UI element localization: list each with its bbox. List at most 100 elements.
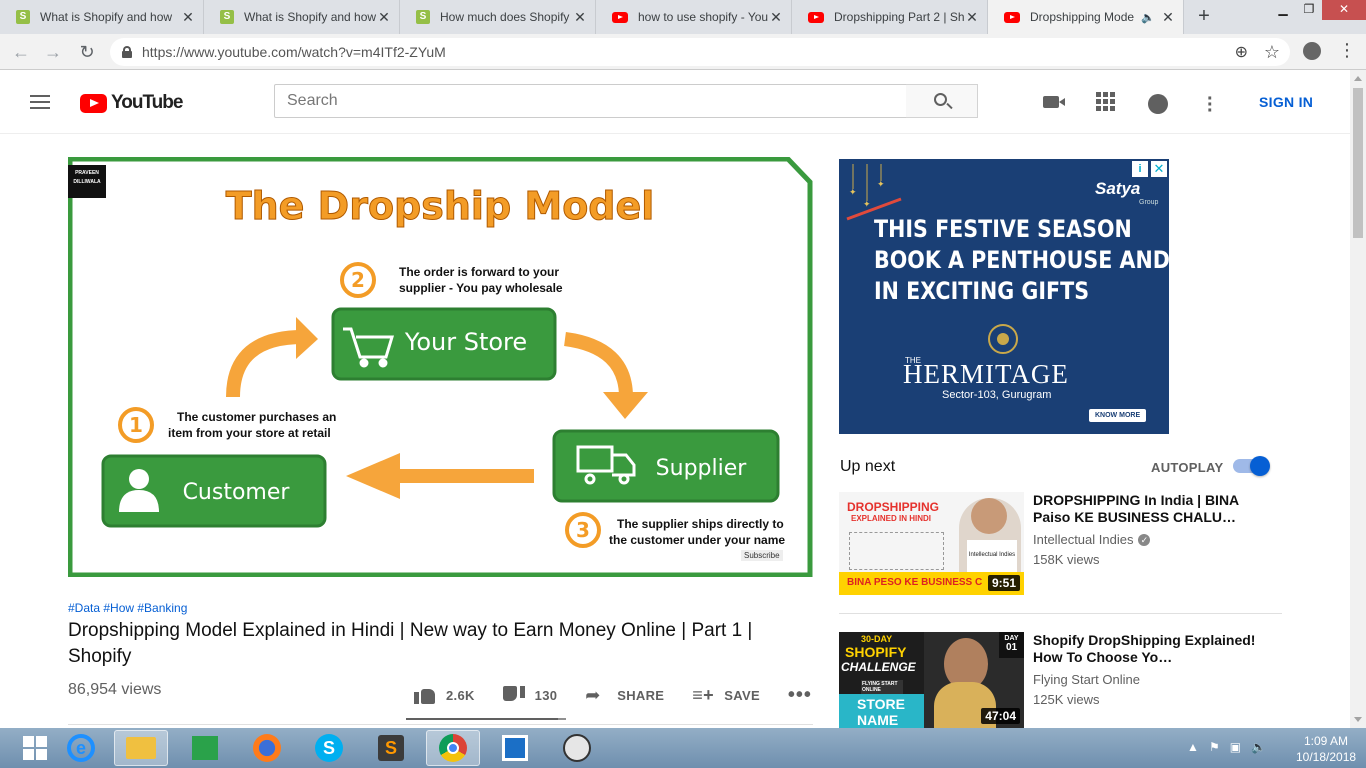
youtube-logo[interactable]: YouTube [80, 92, 183, 114]
browser-tab[interactable]: S What is Shopify and how ✕ [0, 0, 204, 34]
volume-icon[interactable]: 🔈 [1251, 740, 1266, 754]
advertisement[interactable]: ✦ ✦ ✦ Satya Group THIS FESTIVE SEASON BO… [839, 159, 1169, 434]
profile-icon[interactable] [1303, 42, 1321, 60]
taskbar-firefox[interactable] [240, 730, 294, 766]
like-button[interactable]: 2.6K [414, 685, 475, 705]
taskbar-app[interactable] [488, 730, 542, 766]
ad-info-icon[interactable]: i [1132, 161, 1148, 177]
thumb-text: FLYING START ONLINE [861, 680, 903, 694]
url-field[interactable]: https://www.youtube.com/watch?v=m4ITf2-Z… [110, 38, 1290, 66]
recommended-video[interactable]: DROPSHIPPING EXPLAINED IN HINDI Intellec… [839, 492, 1284, 595]
svg-text:✦: ✦ [849, 187, 857, 197]
scroll-up-icon[interactable] [1354, 76, 1362, 81]
view-count: 86,954 views [68, 681, 162, 698]
more-actions-icon[interactable]: ••• [788, 684, 812, 707]
recommended-title[interactable]: DROPSHIPPING In India | BINA Paiso KE BU… [1033, 492, 1263, 526]
channel-name[interactable]: Flying Start Online [1033, 672, 1140, 687]
channel-name[interactable]: Intellectual Indies ✓ [1033, 532, 1151, 547]
autoplay-toggle[interactable] [1233, 456, 1270, 476]
thumb-face [971, 498, 1007, 534]
window-close-icon[interactable]: ✕ [1322, 0, 1366, 20]
thumb-day-badge: DAY 01 [999, 632, 1024, 658]
reload-icon[interactable]: ↻ [76, 42, 98, 63]
taskbar-ie[interactable]: e [54, 730, 108, 766]
taskbar-store[interactable] [178, 730, 232, 766]
ad-brand: Satya [1095, 179, 1141, 198]
close-tab-icon[interactable]: ✕ [769, 9, 783, 26]
ad-know-more-button[interactable]: KNOW MORE [1089, 409, 1147, 422]
messages-icon[interactable] [1148, 94, 1168, 114]
scroll-down-icon[interactable] [1354, 717, 1362, 722]
close-tab-icon[interactable]: ✕ [573, 9, 587, 26]
browser-tab[interactable]: how to use shopify - You ✕ [596, 0, 792, 34]
thumbs-up-icon [414, 685, 436, 705]
hamburger-menu-icon[interactable] [30, 95, 50, 109]
ad-headline-line3: IN EXCITING GIFTS [874, 277, 1090, 305]
video-heading: The Dropship Model [226, 184, 655, 228]
ad-close-icon[interactable]: ✕ [1151, 161, 1167, 177]
dislike-button[interactable]: 130 [502, 685, 558, 705]
step2-text-line2: supplier - You pay wholesale [399, 281, 563, 295]
back-icon[interactable]: ← [10, 42, 32, 63]
speaker-icon[interactable]: 🔈 [1141, 11, 1155, 24]
bookmark-star-icon[interactable]: ☆ [1264, 42, 1280, 63]
action-center-icon[interactable]: ⚑ [1209, 740, 1220, 754]
taskbar-media[interactable] [550, 730, 604, 766]
save-button[interactable]: ≡+ SAVE [692, 685, 760, 705]
taskbar-chrome[interactable] [426, 730, 480, 766]
browser-tab-active[interactable]: Dropshipping Mode 🔈 ✕ [988, 0, 1184, 34]
minimize-icon[interactable]: ▁ [1270, 0, 1296, 20]
network-icon[interactable]: ▣ [1230, 740, 1241, 754]
recommended-title[interactable]: Shopify DropShipping Explained! How To C… [1033, 632, 1263, 666]
taskbar-sublime[interactable]: S [364, 730, 418, 766]
youtube-header: YouTube Search · · · SIGN IN [0, 70, 1350, 134]
forward-icon[interactable]: → [42, 42, 64, 63]
recommended-views: 125K views [1033, 692, 1100, 707]
subscribe-watermark[interactable]: Subscribe [741, 550, 783, 561]
autoplay-label: AUTOPLAY [1151, 460, 1224, 475]
ad-location: Sector-103, Gurugram [942, 389, 1052, 401]
logo-text: YouTube [111, 92, 183, 113]
channel-brand-logo: PRAVEEN DILLIWALA [68, 165, 106, 198]
search-input[interactable]: Search [274, 84, 907, 118]
taskbar-explorer[interactable] [114, 730, 168, 766]
sign-in-button[interactable]: SIGN IN [1259, 94, 1313, 110]
close-tab-icon[interactable]: ✕ [377, 9, 391, 26]
scrollbar-thumb[interactable] [1353, 88, 1363, 238]
video-thumbnail[interactable]: 30-DAY SHOPIFY CHALLENGE FLYING START ON… [839, 632, 1024, 728]
sublime-text-icon: S [378, 735, 404, 761]
create-video-icon[interactable] [1043, 96, 1065, 108]
video-player[interactable]: The Dropship Model 2 The order is forwar… [68, 157, 813, 577]
browser-tab[interactable]: S What is Shopify and how ✕ [204, 0, 400, 34]
browser-tab[interactable]: S How much does Shopify ✕ [400, 0, 596, 34]
new-tab-button[interactable]: + [1188, 6, 1220, 28]
youtube-icon [1004, 11, 1020, 23]
restore-icon[interactable]: ❐ [1296, 0, 1322, 20]
recommended-video[interactable]: 30-DAY SHOPIFY CHALLENGE FLYING START ON… [839, 632, 1284, 728]
thumb-text: 01 [1005, 642, 1018, 653]
browser-menu-icon[interactable]: ⋮ [1338, 40, 1356, 61]
apps-icon[interactable] [1096, 92, 1115, 111]
show-hidden-icons-icon[interactable]: ▲ [1187, 740, 1199, 754]
step2-number: 2 [351, 268, 365, 292]
share-button[interactable]: ➦ SHARE [585, 685, 664, 705]
system-clock[interactable]: 1:09 AM 10/18/2018 [1296, 733, 1356, 765]
save-label: SAVE [724, 687, 760, 703]
taskbar-skype[interactable]: S [302, 730, 356, 766]
skype-icon: S [315, 734, 343, 762]
settings-more-icon[interactable]: · · · [1207, 89, 1214, 121]
search-button[interactable] [906, 84, 978, 118]
tab-title: how to use shopify - You [638, 10, 769, 24]
firefox-icon [253, 734, 281, 762]
browser-tab[interactable]: Dropshipping Part 2 | Sh ✕ [792, 0, 988, 34]
video-hashtags[interactable]: #Data #How #Banking [68, 601, 187, 615]
video-thumbnail[interactable]: DROPSHIPPING EXPLAINED IN HINDI Intellec… [839, 492, 1024, 595]
close-tab-icon[interactable]: ✕ [965, 9, 979, 26]
video-frame-graphic: The Dropship Model 2 The order is forwar… [68, 157, 813, 577]
divider [68, 724, 813, 725]
close-tab-icon[interactable]: ✕ [1161, 9, 1175, 26]
zoom-icon[interactable]: ⊕ [1235, 42, 1248, 62]
page-scrollbar[interactable] [1350, 70, 1366, 728]
thumb-diagram [849, 532, 944, 570]
close-tab-icon[interactable]: ✕ [181, 9, 195, 26]
